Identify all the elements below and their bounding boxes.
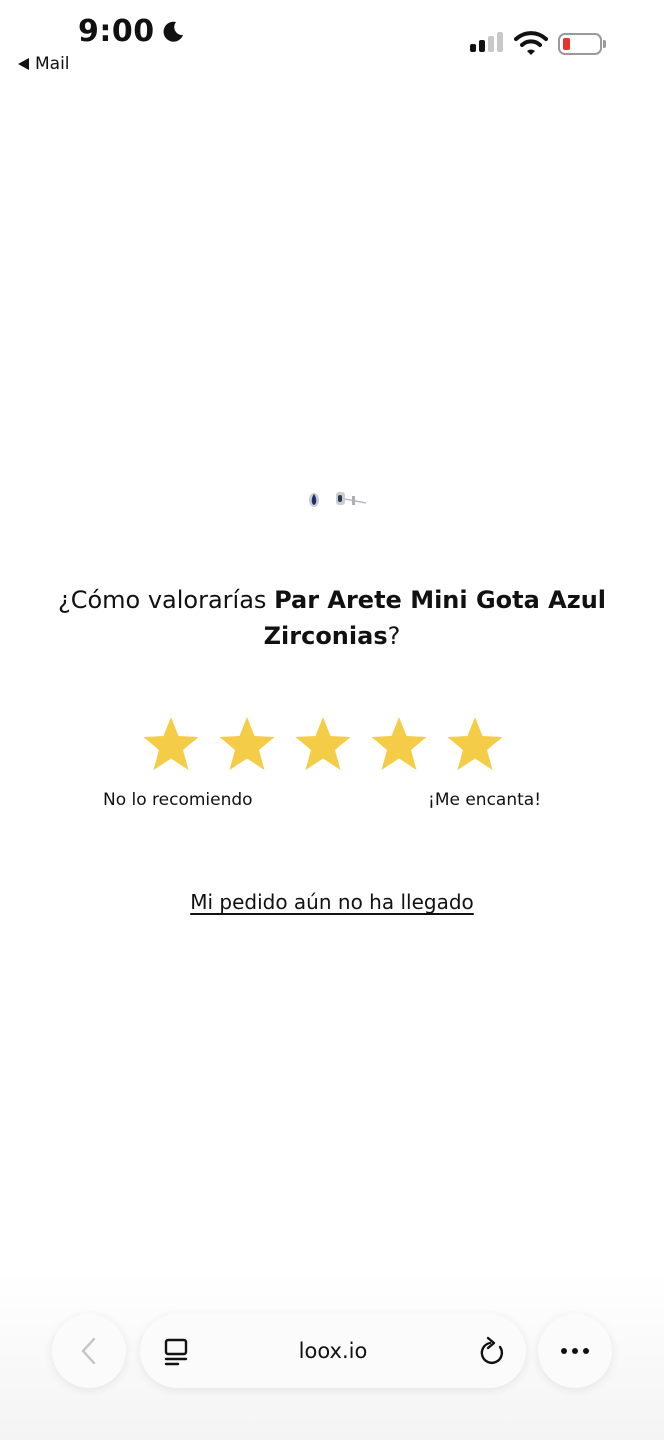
rating-label-low: No lo recomiendo xyxy=(103,790,253,810)
ellipsis-icon xyxy=(561,1348,589,1354)
battery-cap xyxy=(603,40,606,48)
question-prefix: ¿Cómo valorarías xyxy=(57,586,275,614)
star-rating xyxy=(140,714,506,774)
address-bar[interactable]: loox.io xyxy=(140,1314,526,1388)
back-to-mail-link[interactable]: Mail xyxy=(18,54,70,74)
cellular-signal-icon xyxy=(470,32,503,52)
product-image xyxy=(309,492,367,507)
star-3-icon[interactable] xyxy=(292,714,354,774)
star-5-icon[interactable] xyxy=(444,714,506,774)
back-triangle-icon xyxy=(18,58,29,70)
star-4-icon[interactable] xyxy=(368,714,430,774)
more-options-button[interactable] xyxy=(538,1314,612,1388)
moon-icon xyxy=(163,21,183,42)
wifi-icon xyxy=(514,31,548,55)
question-suffix: ? xyxy=(387,622,401,650)
battery-icon xyxy=(558,33,602,55)
order-not-arrived-link[interactable]: Mi pedido aún no ha llegado xyxy=(0,890,664,914)
clock-time: 9:00 xyxy=(78,14,155,49)
rating-question: ¿Cómo valorarías Par Arete Mini Gota Azu… xyxy=(40,582,624,654)
browser-back-button[interactable] xyxy=(52,1314,126,1388)
reload-icon[interactable] xyxy=(478,1336,506,1366)
status-time: 9:00 xyxy=(78,14,185,49)
product-name: Par Arete Mini Gota Azul Zirconias xyxy=(263,586,607,650)
url-text: loox.io xyxy=(298,1339,368,1363)
rating-label-high: ¡Me encanta! xyxy=(428,790,542,810)
chevron-left-icon xyxy=(81,1337,96,1365)
star-1-icon[interactable] xyxy=(140,714,202,774)
star-2-icon[interactable] xyxy=(216,714,278,774)
back-app-label: Mail xyxy=(35,54,70,74)
